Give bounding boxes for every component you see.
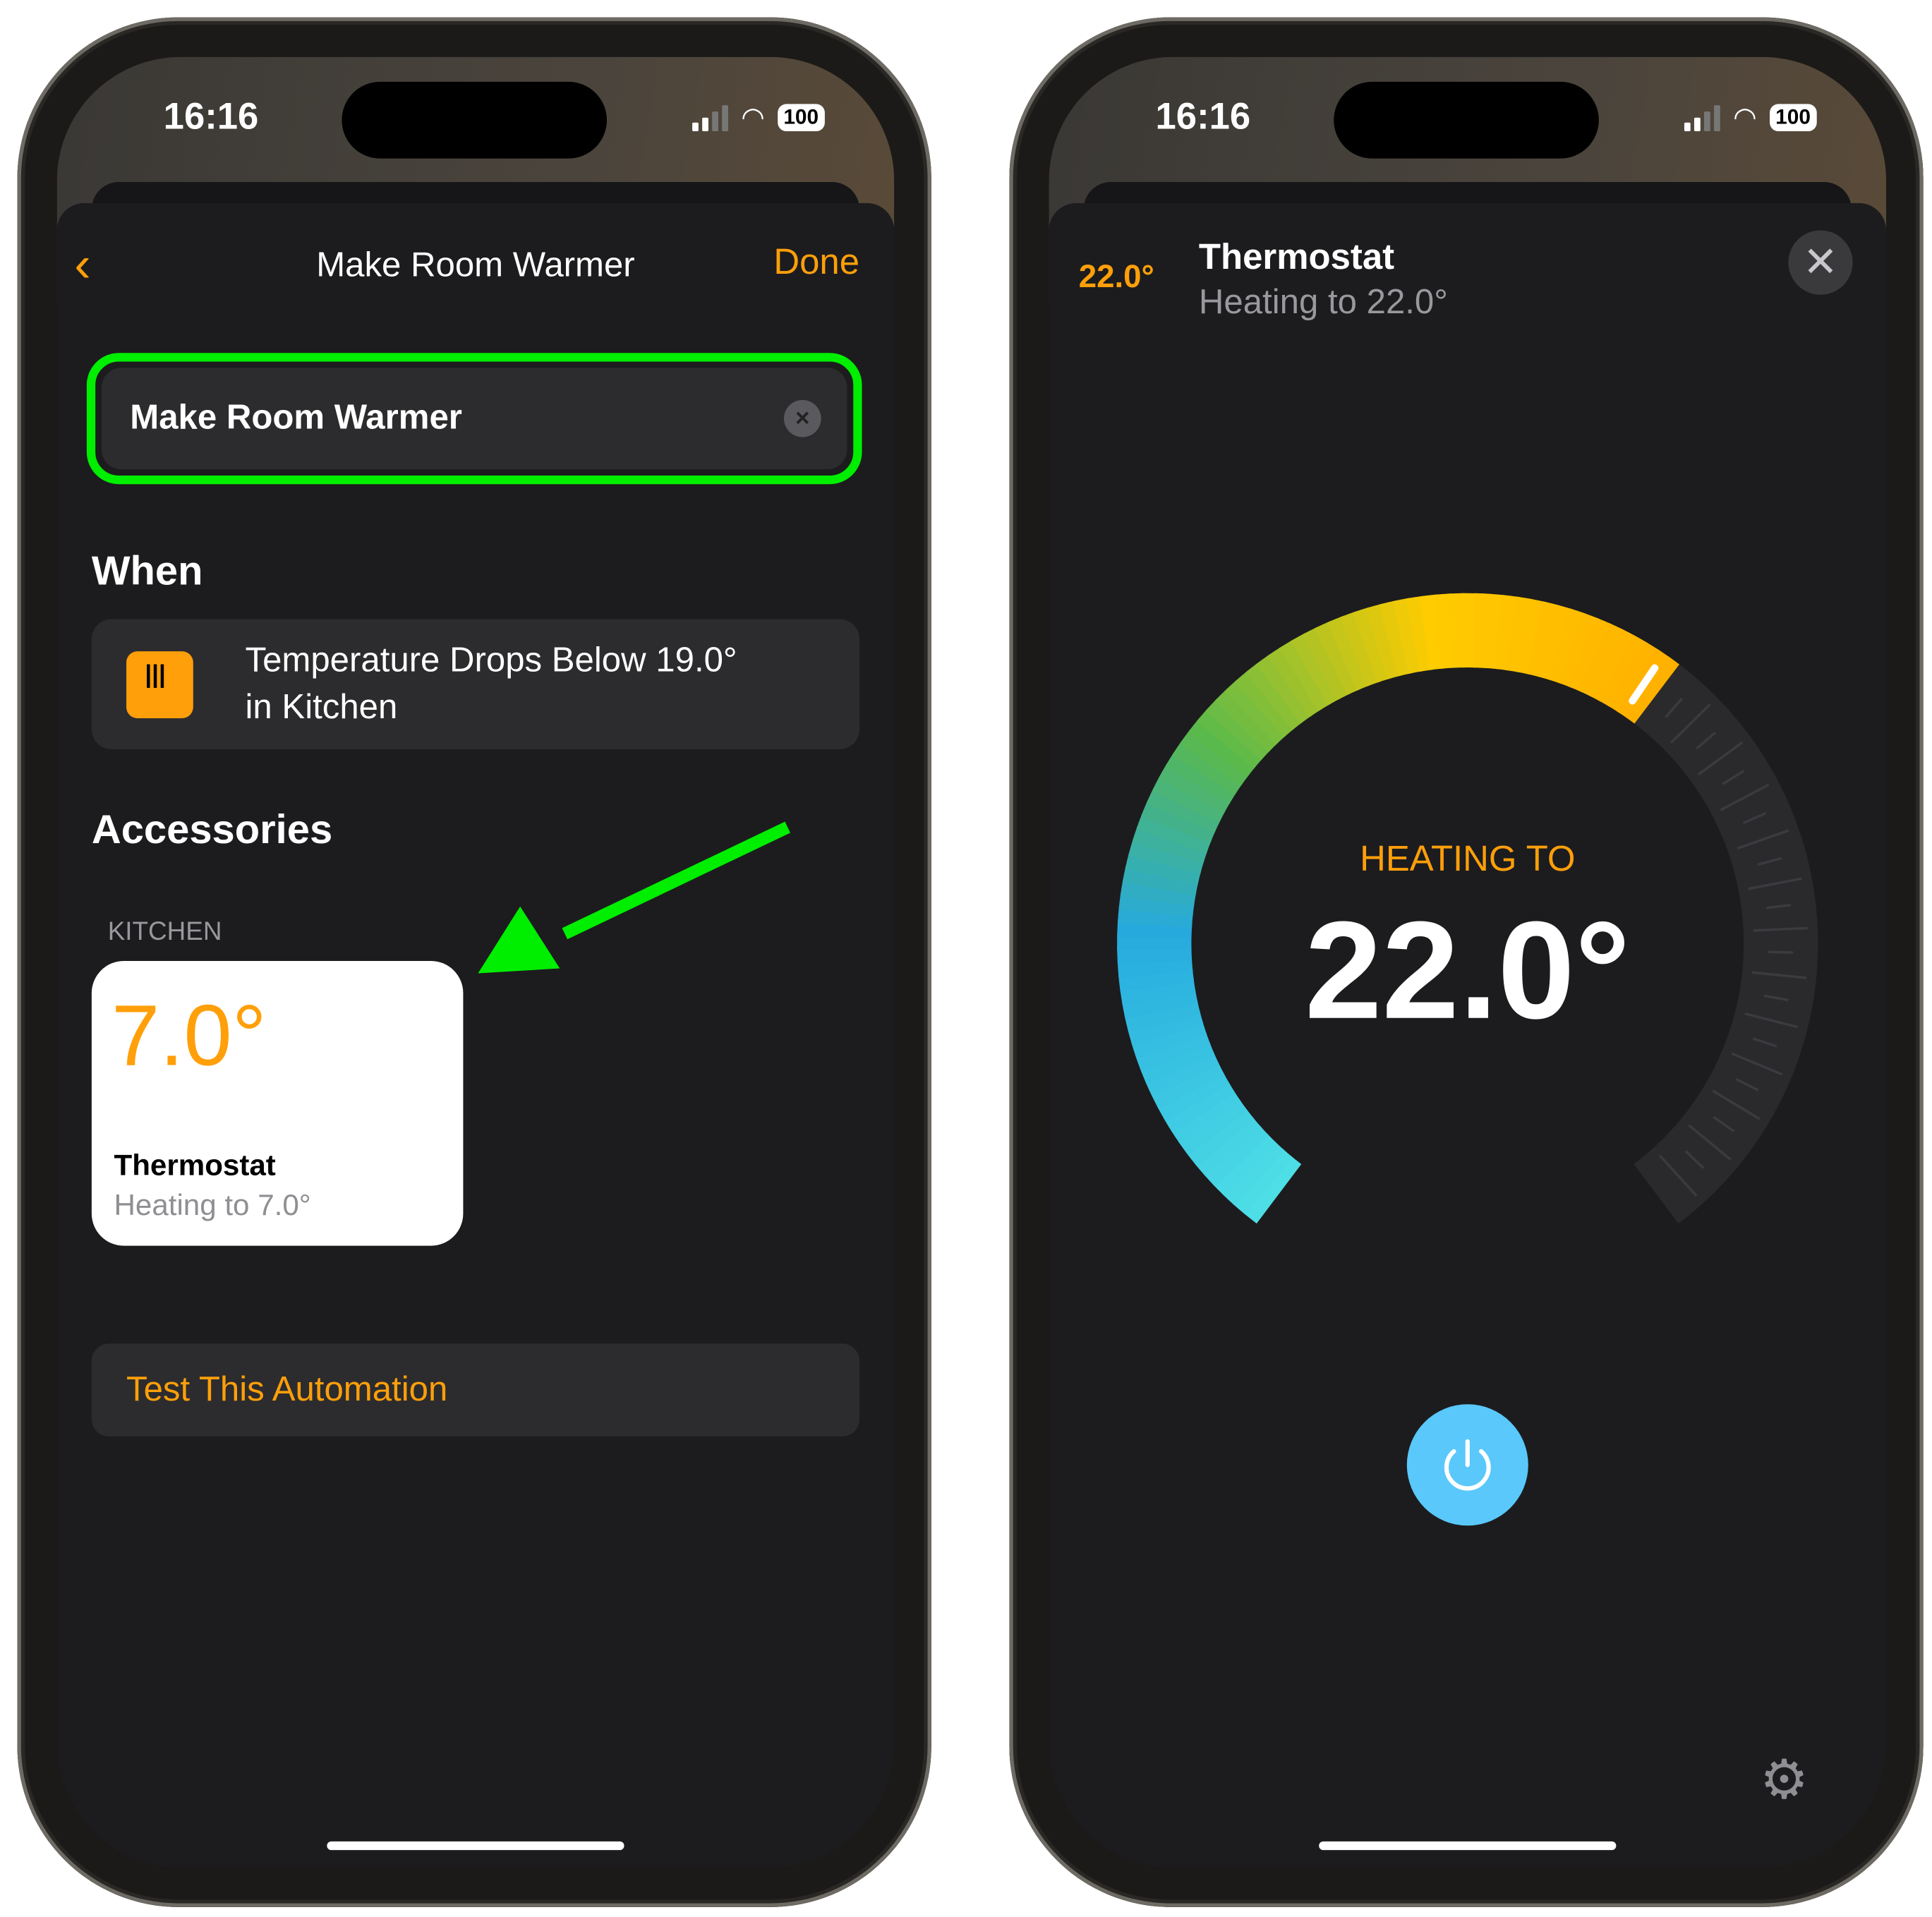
accessories-heading: Accessories [92, 806, 332, 854]
home-indicator[interactable] [327, 1842, 624, 1850]
signal-icon [1685, 104, 1721, 131]
signal-icon [693, 104, 729, 131]
screen: 16:16 ◠ 100 ‹ Make Room Warmer Done Make… [57, 57, 894, 1868]
temperature-dial[interactable] [1049, 203, 1886, 1441]
name-input[interactable]: Make Room Warmer × [102, 368, 847, 469]
power-button[interactable] [1407, 1404, 1528, 1525]
thermostat-icon: ||| [126, 651, 193, 718]
settings-button[interactable]: ⚙ [1760, 1748, 1809, 1812]
battery-icon: 100 [778, 104, 825, 131]
gear-icon: ⚙ [1760, 1750, 1809, 1810]
power-icon [1407, 1404, 1528, 1525]
status-time: 16:16 [1156, 97, 1251, 139]
clear-icon[interactable]: × [784, 400, 821, 437]
dial-value: 22.0° [1049, 890, 1886, 1050]
dynamic-island [342, 82, 607, 159]
trigger-line-2: in Kitchen [246, 684, 737, 731]
screen: 16:16 ◠ 100 22.0° Thermostat Heating to … [1049, 57, 1886, 1868]
trigger-row[interactable]: ||| Temperature Drops Below 19.0° in Kit… [92, 619, 859, 749]
tile-name: Thermostat [114, 1149, 275, 1184]
dial-fill-segment [1647, 687, 1657, 694]
tile-value: 7.0° [111, 986, 267, 1084]
name-input-value: Make Room Warmer [130, 397, 462, 437]
done-button[interactable]: Done [773, 243, 859, 284]
test-automation-label: Test This Automation [126, 1369, 447, 1409]
battery-icon: 100 [1769, 104, 1816, 131]
home-indicator[interactable] [1319, 1842, 1616, 1850]
left-phone: 16:16 ◠ 100 ‹ Make Room Warmer Done Make… [18, 18, 931, 1907]
trigger-line-1: Temperature Drops Below 19.0° [246, 636, 737, 684]
wifi-icon: ◠ [741, 102, 765, 134]
accessory-tile-thermostat[interactable]: 7.0° Thermostat Heating to 7.0° [92, 961, 464, 1246]
status-time: 16:16 [164, 97, 259, 139]
green-arrow [466, 810, 812, 984]
nav-title: Make Room Warmer [57, 246, 894, 285]
room-label: KITCHEN [108, 918, 222, 948]
when-heading: When [92, 548, 203, 595]
status-icons: ◠ 100 [1685, 102, 1817, 134]
test-automation-button[interactable]: Test This Automation [92, 1343, 859, 1437]
thermostat-sheet: 22.0° Thermostat Heating to 22.0° ✕ HEAT… [1049, 203, 1886, 1868]
status-icons: ◠ 100 [693, 102, 825, 134]
dynamic-island [1334, 82, 1599, 159]
dial-label: HEATING TO [1049, 840, 1886, 881]
automation-sheet: ‹ Make Room Warmer Done Make Room Warmer… [57, 203, 894, 1868]
tile-status: Heating to 7.0° [114, 1189, 310, 1223]
wifi-icon: ◠ [1733, 102, 1757, 134]
right-phone: 16:16 ◠ 100 22.0° Thermostat Heating to … [1009, 18, 1923, 1907]
